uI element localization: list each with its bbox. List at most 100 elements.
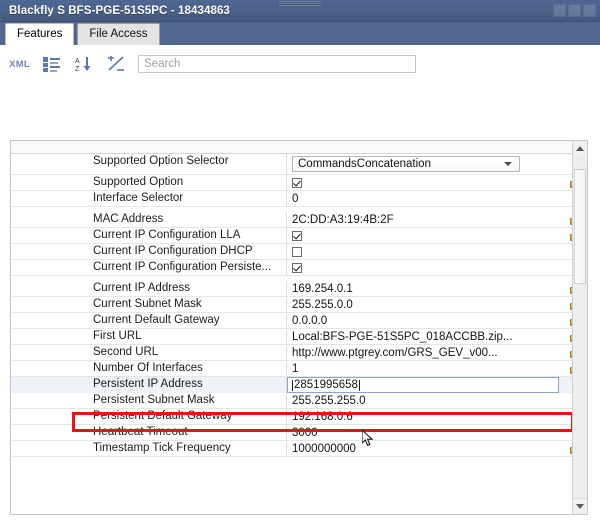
property-name: MAC Address bbox=[89, 212, 287, 227]
property-value[interactable]: CommandsConcatenation bbox=[287, 154, 561, 174]
maximize-icon[interactable] bbox=[568, 4, 581, 17]
table-row[interactable]: Current IP Address 169.254.0.1 bbox=[11, 281, 587, 297]
property-value[interactable] bbox=[287, 175, 561, 190]
property-dropdown[interactable]: CommandsConcatenation bbox=[292, 156, 520, 172]
property-name: Persistent IP Address bbox=[89, 377, 287, 393]
property-value[interactable]: 255.255.0.0 bbox=[287, 297, 561, 312]
table-body: Supported Option Selector CommandsConcate… bbox=[11, 154, 587, 457]
property-name: Second URL bbox=[89, 345, 287, 360]
minimize-icon[interactable] bbox=[553, 4, 566, 17]
svg-text:Z: Z bbox=[75, 66, 80, 72]
property-checkbox[interactable] bbox=[292, 262, 302, 273]
title-bar[interactable]: Blackfly S BFS-PGE-51S5PC - 18434863 bbox=[0, 0, 600, 22]
row-indent bbox=[11, 345, 89, 360]
property-value[interactable] bbox=[287, 228, 561, 243]
close-icon[interactable] bbox=[583, 4, 596, 17]
property-value-text: http://www.ptgrey.com/GRS_GEV_v00... bbox=[292, 346, 498, 359]
camera-configuration-window: Blackfly S BFS-PGE-51S5PC - 18434863 Fea… bbox=[0, 0, 600, 528]
window-controls[interactable] bbox=[553, 4, 596, 17]
property-value[interactable] bbox=[287, 260, 561, 275]
property-value-text: 3000 bbox=[292, 426, 318, 439]
property-value-text: 1000000000 bbox=[292, 442, 356, 455]
row-indent bbox=[11, 191, 89, 206]
visibility-toggle-icon[interactable] bbox=[105, 54, 126, 74]
table-row[interactable]: Interface Selector 0 bbox=[11, 191, 587, 207]
vertical-scrollbar[interactable] bbox=[572, 141, 587, 514]
table-row[interactable]: Second URL http://www.ptgrey.com/GRS_GEV_… bbox=[11, 345, 587, 361]
table-header bbox=[11, 141, 587, 154]
table-row[interactable]: Number Of Interfaces 1 bbox=[11, 361, 587, 377]
property-value[interactable]: 2C:DD:A3:19:4B:2F bbox=[287, 212, 561, 227]
search-input[interactable]: Search bbox=[138, 55, 416, 73]
scroll-up-button[interactable] bbox=[573, 141, 587, 157]
row-indent bbox=[11, 377, 89, 393]
property-value-text: 2C:DD:A3:19:4B:2F bbox=[292, 213, 394, 226]
table-row[interactable]: Current Subnet Mask 255.255.0.0 bbox=[11, 297, 587, 313]
property-value[interactable]: http://www.ptgrey.com/GRS_GEV_v00... bbox=[287, 345, 561, 360]
tab-features[interactable]: Features bbox=[5, 23, 75, 45]
property-value[interactable]: 192.168.0.6 bbox=[287, 409, 561, 424]
category-view-icon[interactable] bbox=[41, 54, 62, 74]
window-grip-handle[interactable] bbox=[279, 1, 321, 6]
row-indent bbox=[11, 244, 89, 259]
scrollbar-thumb[interactable] bbox=[574, 169, 586, 284]
edit-field-value: 2851995658 bbox=[294, 379, 358, 391]
property-value[interactable]: 1 bbox=[287, 361, 561, 376]
text-caret-end bbox=[358, 379, 360, 391]
property-value-text: 0 bbox=[292, 192, 299, 205]
features-panel: XML A Z Search Supported Option Selector… bbox=[0, 45, 600, 528]
table-row[interactable]: Current IP Configuration LLA bbox=[11, 228, 587, 244]
table-row[interactable]: Persistent Default Gateway 192.168.0.6 bbox=[11, 409, 587, 425]
property-value[interactable]: 2851995658 bbox=[287, 377, 561, 393]
property-name: Timestamp Tick Frequency bbox=[89, 441, 287, 456]
row-indent bbox=[11, 393, 89, 408]
table-row[interactable]: Timestamp Tick Frequency 1000000000 bbox=[11, 441, 587, 457]
table-row[interactable]: Persistent Subnet Mask 255.255.255.0 bbox=[11, 393, 587, 409]
property-name: Current IP Configuration DHCP bbox=[89, 244, 287, 259]
persistent-ip-address-input[interactable]: 2851995658 bbox=[287, 377, 559, 393]
table-row[interactable]: Supported Option bbox=[11, 175, 587, 191]
property-name: Number Of Interfaces bbox=[89, 361, 287, 376]
property-name: Current Subnet Mask bbox=[89, 297, 287, 312]
table-row[interactable]: Current IP Configuration Persiste... bbox=[11, 260, 587, 276]
property-name: Supported Option bbox=[89, 175, 287, 190]
property-value[interactable]: 0 bbox=[287, 191, 561, 206]
table-row[interactable]: Persistent IP Address 2851995658 bbox=[11, 377, 587, 393]
scroll-down-button[interactable] bbox=[573, 498, 587, 514]
row-indent bbox=[11, 260, 89, 275]
property-value[interactable]: Local:BFS-PGE-51S5PC_018ACCBB.zip... bbox=[287, 329, 561, 344]
table-row[interactable]: Supported Option Selector CommandsConcate… bbox=[11, 154, 587, 175]
row-indent bbox=[11, 329, 89, 344]
table-row[interactable]: MAC Address 2C:DD:A3:19:4B:2F bbox=[11, 212, 587, 228]
property-checkbox[interactable] bbox=[292, 230, 302, 241]
table-row[interactable]: Heartbeat Timeout 3000 bbox=[11, 425, 587, 441]
table-row[interactable]: First URL Local:BFS-PGE-51S5PC_018ACCBB.z… bbox=[11, 329, 587, 345]
property-value-text: 169.254.0.1 bbox=[292, 282, 353, 295]
row-indent bbox=[11, 409, 89, 424]
property-value[interactable]: 169.254.0.1 bbox=[287, 281, 561, 296]
row-indent bbox=[11, 228, 89, 243]
chevron-down-icon bbox=[504, 162, 512, 166]
property-value[interactable]: 0.0.0.0 bbox=[287, 313, 561, 328]
property-value[interactable]: 255.255.255.0 bbox=[287, 393, 561, 408]
row-indent bbox=[11, 212, 89, 227]
property-value-text: 255.255.0.0 bbox=[292, 298, 353, 311]
property-value[interactable]: 3000 bbox=[287, 425, 561, 440]
sort-alpha-icon[interactable]: A Z bbox=[73, 54, 94, 74]
row-indent bbox=[11, 361, 89, 376]
property-name: Supported Option Selector bbox=[89, 154, 287, 174]
property-value[interactable]: 1000000000 bbox=[287, 441, 561, 456]
xml-icon[interactable]: XML bbox=[9, 54, 30, 74]
property-checkbox[interactable] bbox=[292, 177, 302, 188]
property-value[interactable] bbox=[287, 244, 561, 259]
table-row[interactable]: Current IP Configuration DHCP bbox=[11, 244, 587, 260]
tab-file-access[interactable]: File Access bbox=[77, 23, 160, 45]
features-toolbar: XML A Z Search bbox=[0, 45, 600, 83]
property-checkbox[interactable] bbox=[292, 246, 302, 257]
window-title: Blackfly S BFS-PGE-51S5PC - 18434863 bbox=[9, 4, 230, 17]
svg-text:A: A bbox=[75, 58, 80, 65]
property-value-text: Local:BFS-PGE-51S5PC_018ACCBB.zip... bbox=[292, 330, 513, 343]
table-row[interactable]: Current Default Gateway 0.0.0.0 bbox=[11, 313, 587, 329]
property-name: Current Default Gateway bbox=[89, 313, 287, 328]
property-name: Heartbeat Timeout bbox=[89, 425, 287, 440]
